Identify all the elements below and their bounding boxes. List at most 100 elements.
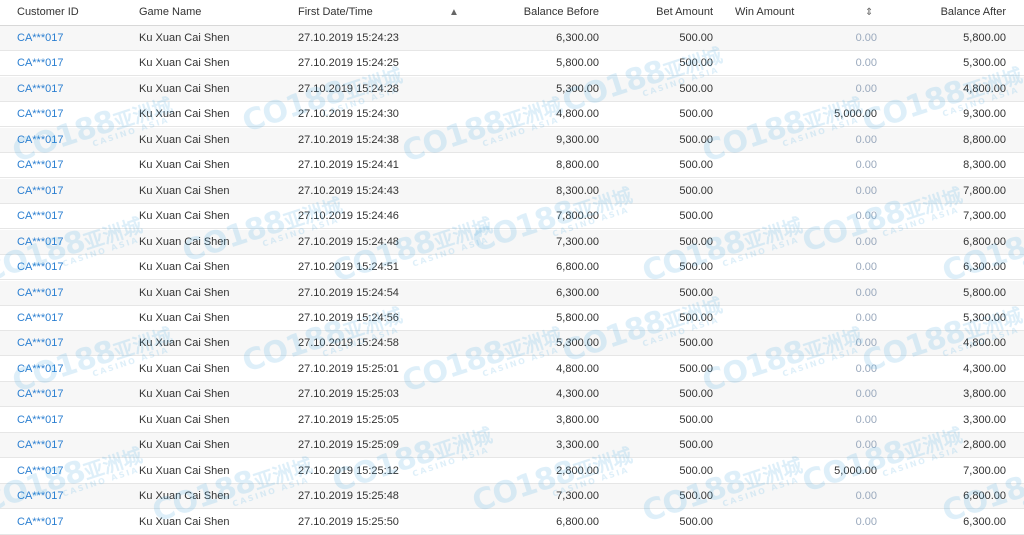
table-row[interactable]: CA***017 Ku Xuan Cai Shen 27.10.2019 15:24… [0,51,1024,77]
table-row[interactable]: CA***017 Ku Xuan Cai Shen 27.10.2019 15:25… [0,408,1024,433]
cell-customer-id[interactable]: CA***017 [17,179,127,204]
cell-game-name: Ku Xuan Cai Shen [139,490,230,503]
cell-game-name: Ku Xuan Cai Shen [139,261,230,274]
cell-customer-id[interactable]: CA***017 [17,510,127,535]
cell-customer-id[interactable]: CA***017 [17,204,127,229]
cell-game-name: Ku Xuan Cai Shen [139,413,230,426]
cell-balance-after: 6,300.00 [963,515,1006,528]
cell-balance-before: 5,800.00 [556,311,599,324]
cell-customer-id[interactable]: CA***017 [17,230,127,255]
table-row[interactable]: CA***017 Ku Xuan Cai Shen 27.10.2019 15:24… [0,76,1024,102]
cell-customer-id[interactable]: CA***017 [17,382,127,407]
cell-game-name: Ku Xuan Cai Shen [139,108,230,121]
header-game-name[interactable]: Game Name [139,0,201,25]
cell-bet-amount: 500.00 [679,235,713,248]
cell-customer-id[interactable]: CA***017 [17,433,127,458]
table-row[interactable]: CA***017 Ku Xuan Cai Shen 27.10.2019 15:24… [0,178,1024,204]
table-row[interactable]: CA***017 Ku Xuan Cai Shen 27.10.2019 15:24… [0,331,1024,357]
cell-balance-before: 8,300.00 [556,184,599,197]
cell-win-amount: 0.00 [855,82,877,95]
sort-toggle-icon[interactable]: ⇕ [865,0,873,25]
table-row[interactable]: CA***017 Ku Xuan Cai Shen 27.10.2019 15:24… [0,204,1024,230]
cell-customer-id[interactable]: CA***017 [17,459,127,484]
cell-balance-before: 7,800.00 [556,210,599,223]
cell-customer-id[interactable]: CA***017 [17,331,127,356]
cell-customer-id[interactable]: CA***017 [17,408,127,433]
cell-bet-amount: 500.00 [679,388,713,401]
cell-first-date: 27.10.2019 15:25:09 [298,439,399,452]
cell-win-amount: 0.00 [855,32,877,44]
cell-win-amount: 0.00 [855,210,877,223]
table-row[interactable]: CA***017 Ku Xuan Cai Shen 27.10.2019 15:24… [0,306,1024,331]
cell-first-date: 27.10.2019 15:24:54 [298,286,399,299]
header-first-date[interactable]: First Date/Time [298,0,373,25]
header-balance-after[interactable]: Balance After [890,0,1006,25]
cell-game-name: Ku Xuan Cai Shen [139,439,230,452]
cell-customer-id[interactable]: CA***017 [17,281,127,306]
cell-balance-before: 5,300.00 [556,82,599,95]
cell-customer-id[interactable]: CA***017 [17,102,127,127]
cell-bet-amount: 500.00 [679,261,713,274]
cell-game-name: Ku Xuan Cai Shen [139,210,230,223]
cell-balance-after: 5,300.00 [963,311,1006,324]
cell-customer-id[interactable]: CA***017 [17,51,127,76]
cell-first-date: 27.10.2019 15:25:05 [298,413,399,426]
table-row[interactable]: CA***017 Ku Xuan Cai Shen 27.10.2019 15:25… [0,484,1024,510]
cell-customer-id[interactable]: CA***017 [17,357,127,382]
cell-first-date: 27.10.2019 15:24:23 [298,32,399,44]
table-row[interactable]: CA***017 Ku Xuan Cai Shen 27.10.2019 15:24… [0,127,1024,153]
cell-customer-id[interactable]: CA***017 [17,128,127,153]
cell-win-amount: 0.00 [855,159,877,172]
table-row[interactable]: CA***017 Ku Xuan Cai Shen 27.10.2019 15:24… [0,102,1024,128]
cell-customer-id[interactable]: CA***017 [17,77,127,102]
table-row[interactable]: CA***017 Ku Xuan Cai Shen 27.10.2019 15:25… [0,382,1024,408]
cell-first-date: 27.10.2019 15:25:50 [298,515,399,528]
cell-balance-before: 6,300.00 [556,32,599,44]
cell-balance-before: 6,800.00 [556,261,599,274]
table-row[interactable]: CA***017 Ku Xuan Cai Shen 27.10.2019 15:25… [0,433,1024,459]
cell-customer-id[interactable]: CA***017 [17,153,127,178]
header-balance-before[interactable]: Balance Before [460,0,599,25]
cell-bet-amount: 500.00 [679,464,713,477]
table-row[interactable]: CA***017 Ku Xuan Cai Shen 27.10.2019 15:24… [0,255,1024,281]
table-row[interactable]: CA***017 Ku Xuan Cai Shen 27.10.2019 15:24… [0,153,1024,179]
table-row[interactable]: CA***017 Ku Xuan Cai Shen 27.10.2019 15:24… [0,26,1024,51]
cell-balance-after: 6,800.00 [963,235,1006,248]
cell-game-name: Ku Xuan Cai Shen [139,337,230,350]
header-win-amount[interactable]: Win Amount [735,0,794,25]
cell-customer-id[interactable]: CA***017 [17,306,127,331]
cell-balance-after: 7,300.00 [963,464,1006,477]
cell-balance-after: 3,800.00 [963,388,1006,401]
cell-balance-after: 7,800.00 [963,184,1006,197]
cell-game-name: Ku Xuan Cai Shen [139,388,230,401]
table-row[interactable]: CA***017 Ku Xuan Cai Shen 27.10.2019 15:25… [0,459,1024,484]
cell-balance-before: 4,800.00 [556,362,599,375]
cell-win-amount: 0.00 [855,235,877,248]
table-row[interactable]: CA***017 Ku Xuan Cai Shen 27.10.2019 15:25… [0,357,1024,382]
cell-balance-before: 5,300.00 [556,337,599,350]
cell-first-date: 27.10.2019 15:24:48 [298,235,399,248]
cell-win-amount: 0.00 [855,57,877,70]
cell-first-date: 27.10.2019 15:24:51 [298,261,399,274]
cell-game-name: Ku Xuan Cai Shen [139,235,230,248]
table-row[interactable]: CA***017 Ku Xuan Cai Shen 27.10.2019 15:24… [0,229,1024,255]
header-bet-amount[interactable]: Bet Amount [610,0,713,25]
cell-bet-amount: 500.00 [679,159,713,172]
table-row[interactable]: CA***017 Ku Xuan Cai Shen 27.10.2019 15:25… [0,510,1024,535]
header-customer-id[interactable]: Customer ID [17,0,79,25]
cell-balance-after: 2,800.00 [963,439,1006,452]
cell-first-date: 27.10.2019 15:25:03 [298,388,399,401]
cell-first-date: 27.10.2019 15:24:30 [298,108,399,121]
table-row[interactable]: CA***017 Ku Xuan Cai Shen 27.10.2019 15:24… [0,280,1024,306]
cell-game-name: Ku Xuan Cai Shen [139,82,230,95]
cell-bet-amount: 500.00 [679,362,713,375]
cell-game-name: Ku Xuan Cai Shen [139,286,230,299]
cell-game-name: Ku Xuan Cai Shen [139,57,230,70]
cell-customer-id[interactable]: CA***017 [17,255,127,280]
cell-balance-after: 8,800.00 [963,133,1006,146]
cell-customer-id[interactable]: CA***017 [17,26,127,51]
sort-ascending-icon[interactable]: ▲ [449,0,459,25]
cell-balance-before: 2,800.00 [556,464,599,477]
cell-balance-after: 9,300.00 [963,108,1006,121]
cell-customer-id[interactable]: CA***017 [17,484,127,509]
